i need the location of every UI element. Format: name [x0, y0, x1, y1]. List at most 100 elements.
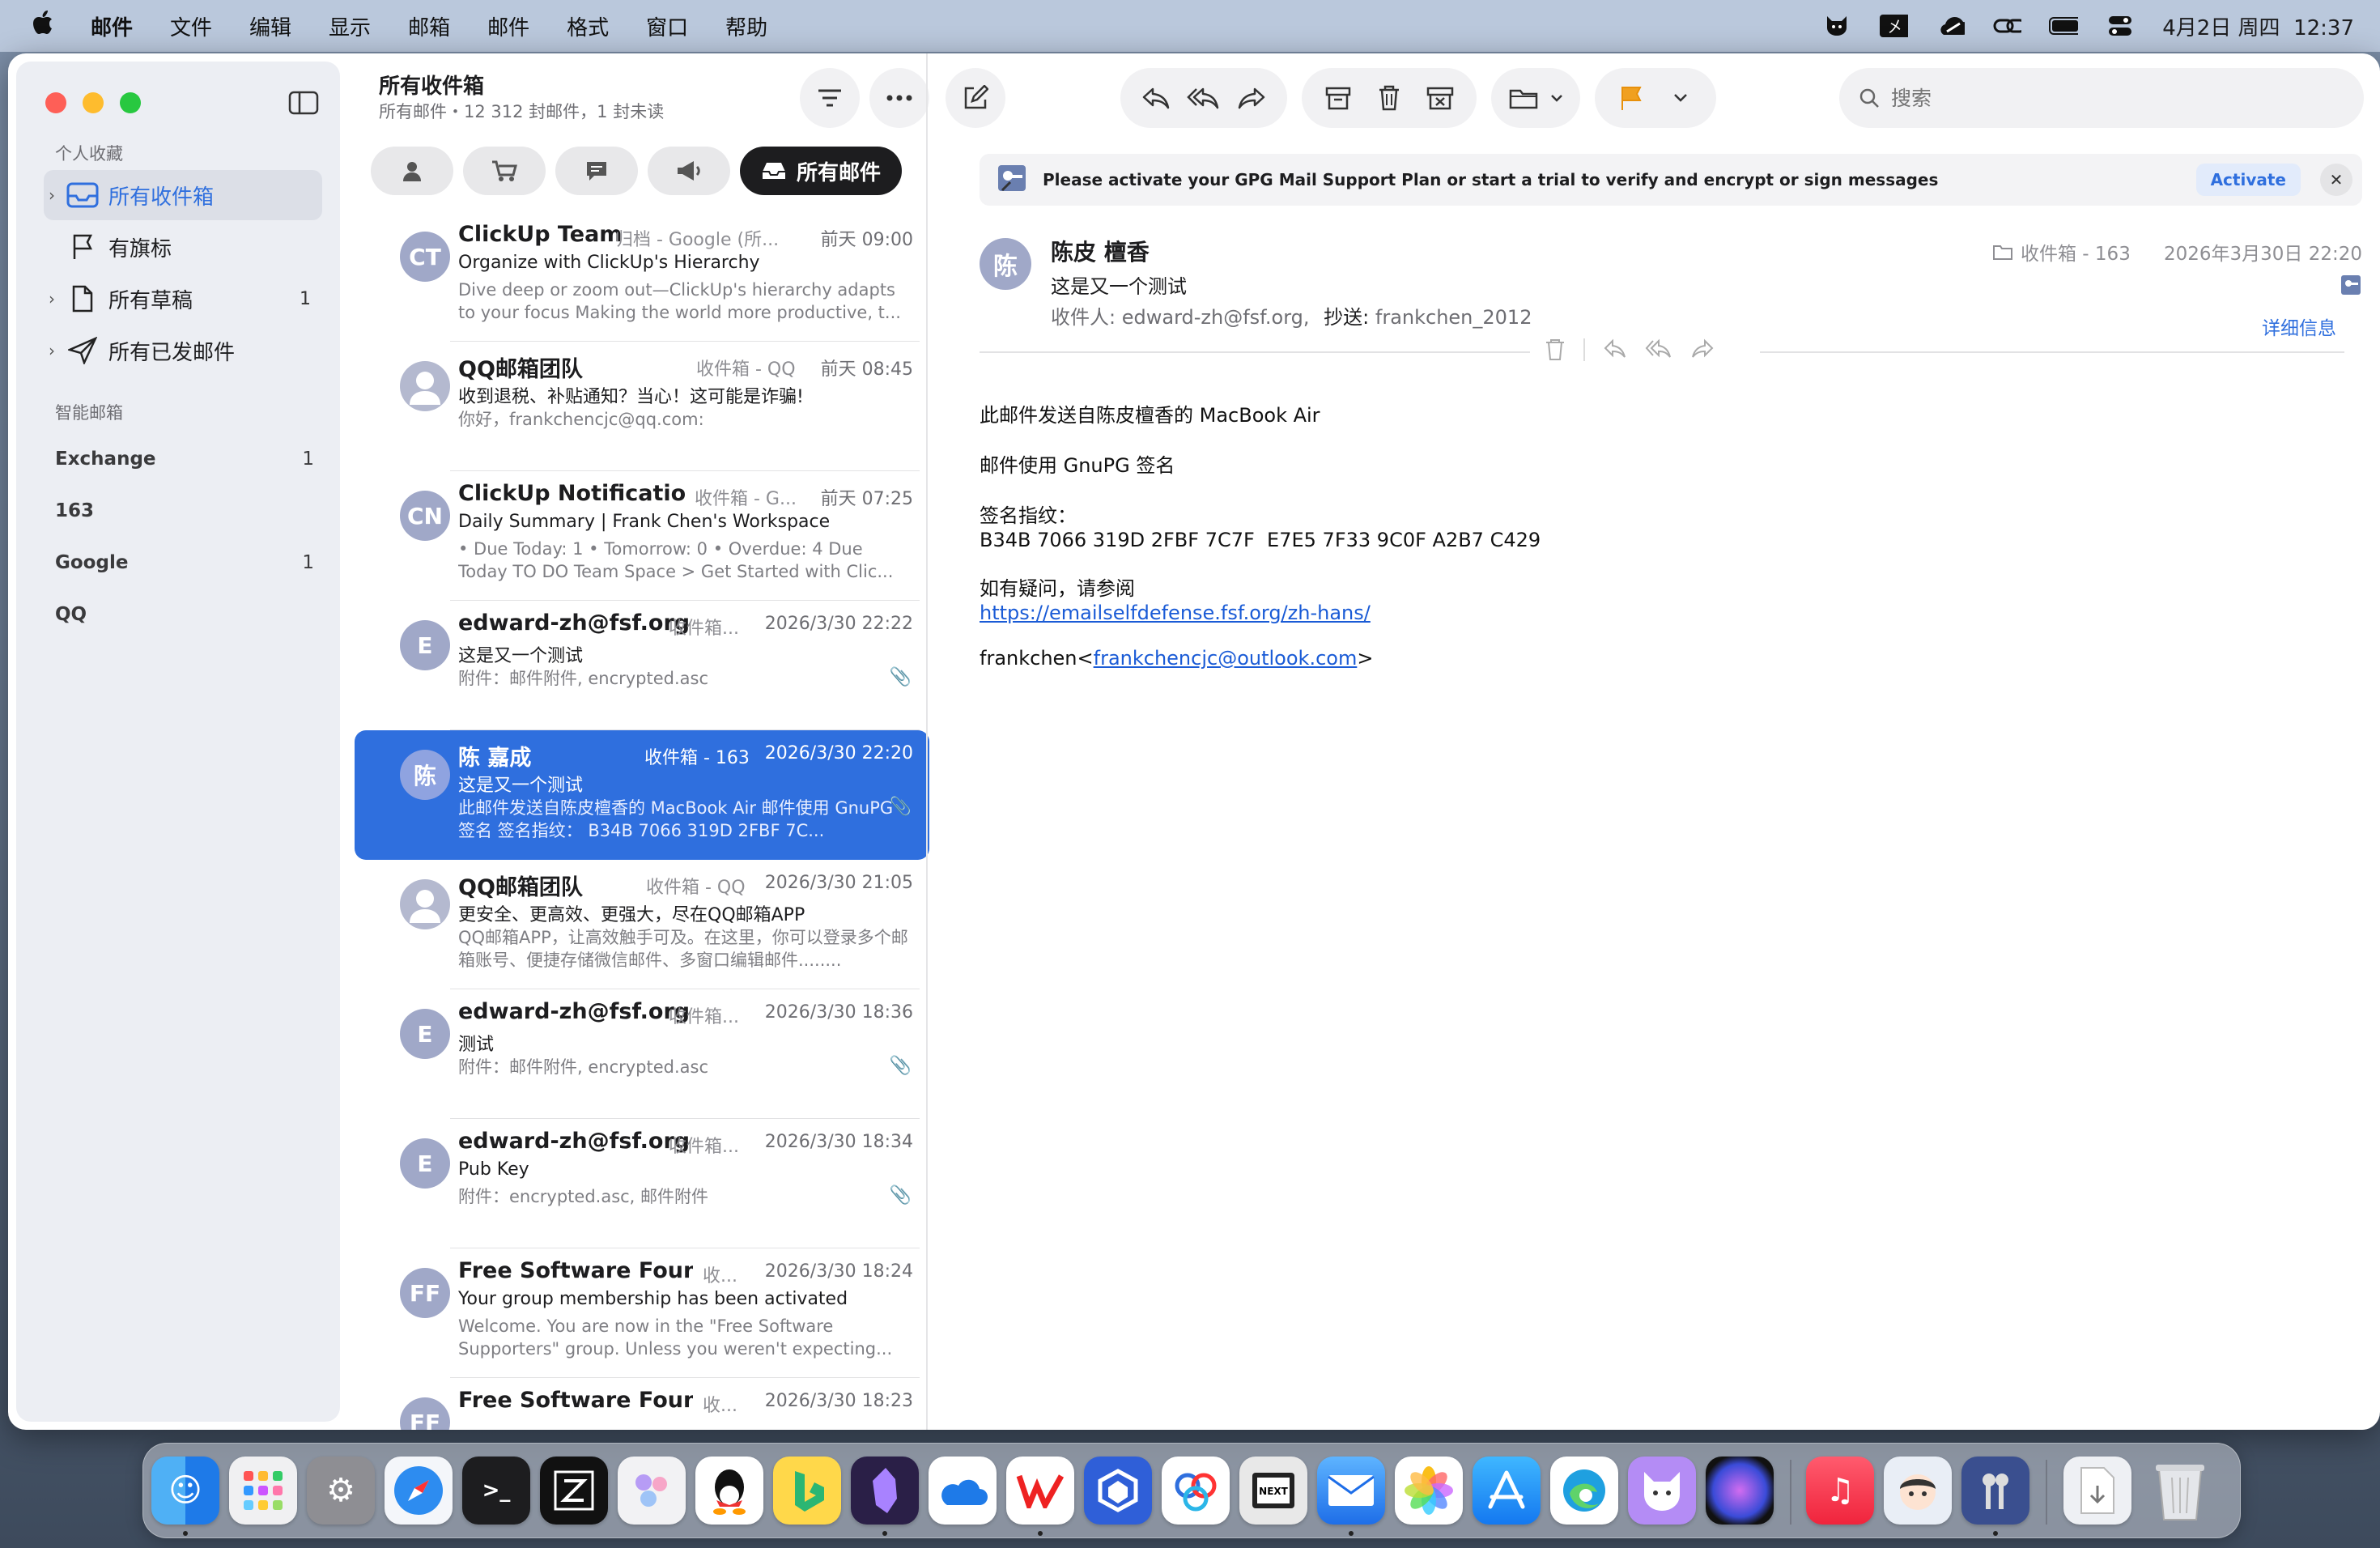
chevron-right-icon[interactable]: ›: [49, 185, 63, 205]
fsf-link[interactable]: https://emailselfdefense.fsf.org/zh-hans…: [980, 602, 1371, 624]
dock-music-icon[interactable]: ♫: [1806, 1457, 1874, 1525]
dock-netnewswire-icon[interactable]: NEXT: [1239, 1457, 1307, 1525]
close-icon[interactable]: ✕: [2320, 164, 2352, 196]
category-shopping[interactable]: [463, 147, 546, 195]
zoom-button[interactable]: [120, 92, 141, 113]
account-exchange[interactable]: Exchange 1: [55, 449, 314, 470]
battery-icon[interactable]: [2049, 14, 2079, 38]
activate-button[interactable]: Activate: [2195, 164, 2301, 196]
dock-safari-icon[interactable]: [385, 1457, 453, 1525]
dock-onedrive-icon[interactable]: [929, 1457, 997, 1525]
cc-address[interactable]: frankchen_2012: [1375, 306, 1532, 329]
list-item[interactable]: CN ClickUp Notifications 收件箱 - G... 前天 0…: [355, 471, 929, 601]
chevron-right-icon[interactable]: ›: [49, 289, 63, 308]
account-google[interactable]: Google 1: [55, 552, 314, 573]
move-to-folder-button[interactable]: [1491, 68, 1580, 128]
category-promotions[interactable]: [648, 147, 730, 195]
dock-keychain-icon[interactable]: [1961, 1457, 2029, 1525]
dock-cat-icon[interactable]: [1628, 1457, 1696, 1525]
menu-window[interactable]: 窗口: [627, 11, 707, 41]
email-link[interactable]: frankchencjc@outlook.com: [1094, 647, 1358, 670]
reply-all-icon[interactable]: [1182, 76, 1226, 120]
link-icon[interactable]: [1992, 14, 2022, 38]
dock-photos-icon[interactable]: [1395, 1457, 1463, 1525]
menu-file[interactable]: 文件: [151, 11, 231, 41]
dock-downloads-icon[interactable]: [2063, 1457, 2131, 1525]
trash-icon[interactable]: [1367, 76, 1411, 120]
reply-all-icon[interactable]: [1645, 338, 1672, 364]
dock-qq-icon[interactable]: [695, 1457, 763, 1525]
flag-icon[interactable]: [1609, 76, 1653, 120]
forward-icon[interactable]: [1230, 76, 1273, 120]
dock-mail-icon[interactable]: [1317, 1457, 1385, 1525]
dock-system-settings-icon[interactable]: ⚙: [307, 1457, 375, 1525]
list-item[interactable]: FF Free Software Foun... 收... 2026/3/30 …: [355, 1248, 929, 1378]
dock-trash-icon[interactable]: [2146, 1457, 2214, 1525]
menu-format[interactable]: 格式: [548, 11, 627, 41]
dock-terminal-icon[interactable]: >_: [462, 1457, 530, 1525]
account-qq[interactable]: QQ: [55, 604, 314, 625]
sidebar-toggle-icon[interactable]: [288, 91, 319, 118]
dock-obsidian-icon[interactable]: [851, 1457, 919, 1525]
dock-siri-icon[interactable]: [1706, 1457, 1774, 1525]
menu-view[interactable]: 显示: [310, 11, 389, 41]
smart-mailboxes-header[interactable]: 智能邮箱: [55, 400, 123, 424]
sidebar-item-sent[interactable]: › 所有已发邮件: [44, 325, 322, 376]
gpg-signed-icon[interactable]: [2340, 274, 2362, 300]
menu-help[interactable]: 帮助: [707, 11, 786, 41]
dock-baidu-icon[interactable]: [1162, 1457, 1230, 1525]
control-center-icon[interactable]: [2106, 14, 2135, 38]
list-item[interactable]: QQ邮箱团队 收件箱 - QQ 2026/3/30 21:05 更安全、更高效、…: [355, 860, 929, 989]
sidebar-item-all-inboxes[interactable]: › 所有收件箱: [44, 170, 322, 220]
sidebar-item-flagged[interactable]: 有旗标: [44, 222, 322, 272]
junk-icon[interactable]: [1418, 76, 1462, 120]
dock-tencent-icon[interactable]: [1084, 1457, 1152, 1525]
trash-icon[interactable]: [1545, 338, 1566, 364]
dock-avatar-app-icon[interactable]: [1884, 1457, 1952, 1525]
clock[interactable]: 4月2日 周四 12:37: [2162, 11, 2354, 41]
menu-mail[interactable]: 邮件: [72, 11, 151, 41]
to-address[interactable]: edward-zh@fsf.org,: [1122, 306, 1310, 329]
dock-zed-icon[interactable]: [540, 1457, 608, 1525]
list-item[interactable]: E edward-zh@fsf.org 收件箱... 2026/3/30 18:…: [355, 989, 929, 1119]
archive-icon[interactable]: [1316, 76, 1360, 120]
dock-app-store-icon[interactable]: [1473, 1457, 1541, 1525]
list-item[interactable]: CT ClickUp Team 归档 - Google (所... 前天 09:…: [355, 212, 929, 342]
list-item[interactable]: E edward-zh@fsf.org 收件箱... 2026/3/30 22:…: [355, 601, 929, 730]
dock-wps-icon[interactable]: [1006, 1457, 1074, 1525]
forward-icon[interactable]: [1690, 338, 1715, 364]
filter-button[interactable]: [800, 68, 860, 128]
category-transactions[interactable]: [555, 147, 638, 195]
minimize-button[interactable]: [83, 92, 104, 113]
category-all-mail[interactable]: 所有邮件: [740, 147, 902, 195]
account-163[interactable]: 163: [55, 500, 314, 521]
compose-button[interactable]: [946, 68, 1005, 128]
sidebar-item-drafts[interactable]: › 所有草稿 1: [44, 274, 322, 324]
cloud-icon[interactable]: [1936, 14, 1966, 38]
cat-icon[interactable]: [1822, 14, 1851, 38]
dock-finder-icon[interactable]: ☺: [151, 1457, 219, 1525]
chevron-down-icon[interactable]: [1659, 76, 1702, 120]
details-link[interactable]: 详细信息: [2262, 313, 2336, 340]
category-person[interactable]: [371, 147, 453, 195]
dock-craft-icon[interactable]: [618, 1457, 686, 1525]
chevron-right-icon[interactable]: ›: [49, 341, 63, 360]
dock-edge-icon[interactable]: [1550, 1457, 1618, 1525]
menu-mailbox[interactable]: 邮箱: [389, 11, 469, 41]
list-item[interactable]: FF Free Software Foun... 收... 2026/3/30 …: [355, 1378, 929, 1430]
dock-bing-icon[interactable]: [773, 1457, 841, 1525]
close-button[interactable]: [45, 92, 66, 113]
dock-launchpad-icon[interactable]: [229, 1457, 297, 1525]
menu-edit[interactable]: 编辑: [231, 11, 310, 41]
apple-menu-icon[interactable]: [0, 11, 72, 41]
list-item[interactable]: E edward-zh@fsf.org 收件箱... 2026/3/30 18:…: [355, 1119, 929, 1248]
reply-icon[interactable]: [1603, 338, 1627, 364]
input-method-icon[interactable]: 㐅: [1879, 14, 1909, 38]
search-field[interactable]: [1839, 68, 2364, 128]
list-item[interactable]: QQ邮箱团队 收件箱 - QQ 前天 08:45 收到退税、补贴通知？当心！这可…: [355, 342, 929, 471]
menu-message[interactable]: 邮件: [469, 11, 548, 41]
search-input[interactable]: [1891, 86, 2344, 110]
list-item-selected[interactable]: 陈 陈 嘉成 收件箱 - 163 2026/3/30 22:20 这是又一个测试…: [355, 730, 929, 860]
reply-icon[interactable]: [1134, 76, 1178, 120]
more-button[interactable]: [869, 68, 929, 128]
